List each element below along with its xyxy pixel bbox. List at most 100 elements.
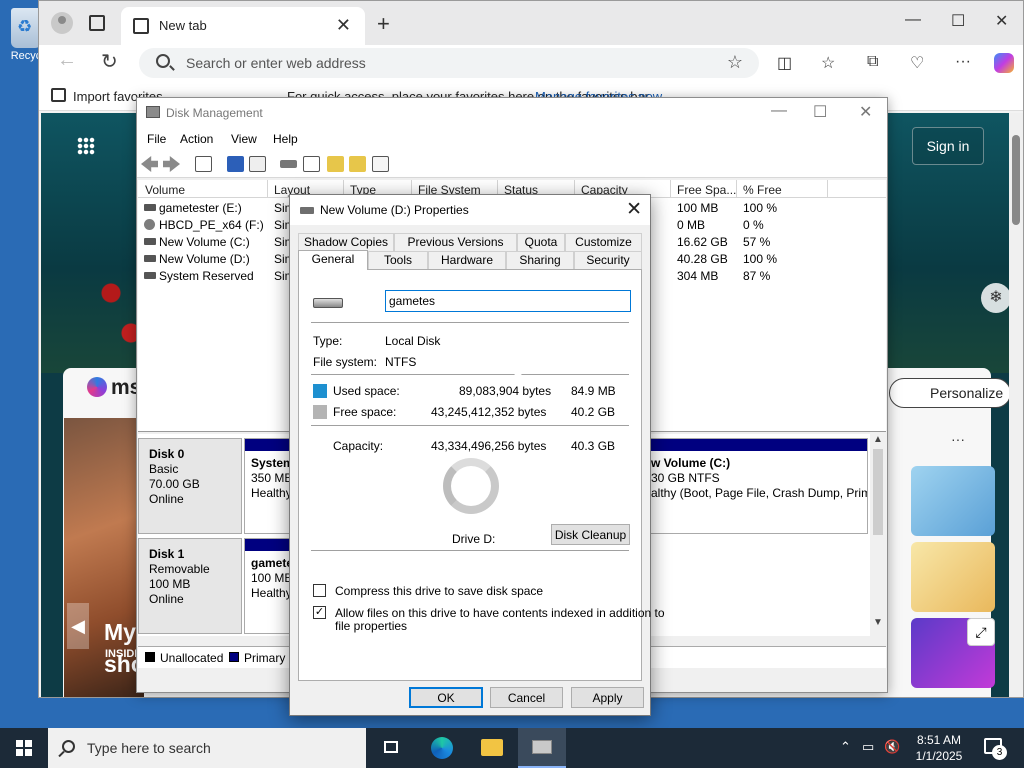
minimize-button[interactable]: —	[905, 11, 921, 29]
tab-quota[interactable]: Quota	[517, 233, 565, 251]
details-icon[interactable]	[372, 156, 389, 172]
dm-close-button[interactable]: ✕	[859, 102, 872, 122]
col-free-space[interactable]: Free Spa...	[677, 183, 736, 197]
file-system-value: NTFS	[385, 355, 417, 369]
used-space-swatch	[313, 384, 327, 398]
disk-cleanup-button[interactable]: Disk Cleanup	[551, 524, 630, 545]
dm-minimize-button[interactable]: —	[771, 102, 787, 120]
folder-icon	[481, 739, 503, 756]
tab-shadow-copies[interactable]: Shadow Copies	[298, 233, 394, 251]
carousel-prev-icon[interactable]: ◀	[67, 603, 89, 649]
taskbar-disk-management[interactable]	[518, 728, 566, 768]
clock[interactable]: 8:51 AM 1/1/2025	[908, 732, 970, 764]
col-volume[interactable]: Volume	[145, 183, 185, 197]
task-view-button[interactable]	[368, 728, 416, 768]
collections-icon[interactable]: ⧉	[867, 53, 878, 71]
partition-c[interactable]: w Volume (C:) 30 GB NTFS althy (Boot, Pa…	[648, 438, 868, 534]
tab-tools[interactable]: Tools	[368, 251, 428, 269]
close-button[interactable]: ✕	[995, 11, 1008, 31]
partition-system-reserved[interactable]: System 350 MB Healthy	[244, 438, 294, 534]
drive-letter-label: Drive D:	[452, 532, 496, 546]
type-label: Type:	[313, 334, 343, 348]
col-percent-free[interactable]: % Free	[743, 183, 782, 197]
tray-chevron-up-icon[interactable]: ⌃	[840, 739, 851, 755]
taskbar-search[interactable]	[48, 728, 366, 768]
tab-close-icon[interactable]: ✕	[336, 15, 351, 36]
network-icon[interactable]: ▭	[862, 739, 874, 755]
maximize-button[interactable]: ☐	[951, 11, 965, 31]
thumbnail-cartoon-2[interactable]	[911, 542, 995, 612]
drive-icon[interactable]	[280, 160, 297, 168]
menu-help[interactable]: Help	[273, 132, 298, 146]
index-checkbox[interactable]: ✓	[313, 606, 326, 619]
drive-icon	[300, 207, 314, 214]
disk-view-scrollbar[interactable]: ▲ ▼	[870, 434, 886, 636]
favorites-icon[interactable]: ☆	[821, 53, 835, 73]
folder-search-icon[interactable]	[349, 156, 366, 172]
tab-security[interactable]: Security	[574, 251, 642, 269]
split-screen-icon[interactable]: ◫	[777, 53, 792, 73]
folder-up-icon[interactable]	[327, 156, 344, 172]
address-input[interactable]	[186, 52, 706, 74]
disk-1-label[interactable]: Disk 1 Removable 100 MB Online	[138, 538, 242, 634]
partition-name: System	[251, 456, 293, 470]
dm-maximize-button[interactable]: ☐	[813, 102, 827, 122]
help-icon[interactable]	[227, 156, 244, 172]
tab-general[interactable]: General	[298, 250, 368, 270]
volume-muted-icon[interactable]: 🔇	[884, 739, 900, 755]
snowflake-icon[interactable]: ❄	[981, 283, 1009, 313]
profile-icon[interactable]	[51, 12, 73, 34]
apply-button[interactable]: Apply	[571, 687, 644, 708]
tab-previous-versions[interactable]: Previous Versions	[394, 233, 517, 251]
start-windows-icon[interactable]	[16, 740, 32, 756]
cancel-button[interactable]: Cancel	[490, 687, 563, 708]
tab-actions-icon[interactable]	[89, 15, 105, 31]
ok-button[interactable]: OK	[409, 687, 483, 708]
back-icon[interactable]	[141, 156, 158, 172]
list-view-icon[interactable]	[195, 156, 212, 172]
sign-in-button[interactable]: Sign in	[912, 127, 984, 165]
notification-badge: 3	[992, 745, 1007, 760]
forward-icon[interactable]	[163, 156, 180, 172]
disk-type: Removable	[149, 562, 210, 576]
dm-title: Disk Management	[166, 106, 263, 120]
tab-hardware[interactable]: Hardware	[428, 251, 506, 269]
refresh-icon[interactable]: ↻	[101, 49, 118, 74]
taskbar-search-input[interactable]	[87, 738, 347, 758]
address-bar[interactable]: ☆	[139, 48, 759, 78]
thumbnail-cartoon-1[interactable]	[911, 466, 995, 536]
favorite-star-icon[interactable]: ☆	[727, 52, 743, 73]
compress-checkbox[interactable]	[313, 584, 326, 597]
menu-view[interactable]: View	[231, 132, 257, 146]
tab-new-tab[interactable]: New tab ✕	[121, 7, 365, 45]
personalize-button[interactable]: Personalize	[889, 378, 1009, 408]
disk-0-label[interactable]: Disk 0 Basic 70.00 GB Online	[138, 438, 242, 534]
taskbar-file-explorer[interactable]	[468, 728, 516, 768]
menu-file[interactable]: File	[147, 132, 166, 146]
menu-action[interactable]: Action	[180, 132, 213, 146]
partition-gametester[interactable]: gamete 100 MB Healthy	[244, 538, 294, 634]
volume-label-input[interactable]	[385, 290, 631, 312]
partition-name: w Volume (C:)	[651, 456, 731, 470]
tab-customize[interactable]: Customize	[565, 233, 642, 251]
browser-essentials-icon[interactable]: ♡	[910, 53, 924, 73]
disk-name: Disk 0	[149, 447, 185, 461]
scrollbar-thumb[interactable]	[1012, 135, 1020, 225]
cd-drive-icon	[144, 219, 155, 230]
page-scrollbar[interactable]	[1009, 113, 1023, 697]
properties-icon[interactable]	[249, 156, 266, 172]
index-label-line-1: Allow files on this drive to have conten…	[335, 606, 665, 620]
expand-icon[interactable]: ⤢	[967, 618, 995, 646]
volume-free: 40.28 GB	[677, 252, 728, 266]
dialog-close-icon[interactable]: ✕	[626, 198, 642, 221]
volume-pct-free: 100 %	[743, 252, 778, 266]
taskbar-edge[interactable]	[418, 728, 466, 768]
more-options-icon[interactable]: ···	[951, 431, 965, 447]
new-tab-button[interactable]: +	[377, 11, 390, 37]
copilot-icon[interactable]	[994, 53, 1014, 73]
apps-grid-icon[interactable]	[77, 137, 95, 155]
back-arrow-icon[interactable]: ←	[57, 49, 77, 72]
check-icon[interactable]	[303, 156, 320, 172]
tab-sharing[interactable]: Sharing	[506, 251, 574, 269]
more-menu-icon[interactable]: ···	[955, 53, 971, 71]
